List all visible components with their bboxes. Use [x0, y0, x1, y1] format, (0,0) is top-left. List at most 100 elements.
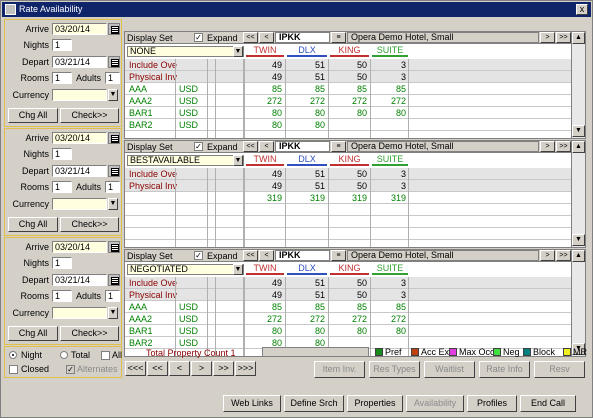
- action-button[interactable]: Rate Info: [479, 361, 530, 378]
- rate-value[interactable]: [244, 228, 284, 240]
- night-radio[interactable]: [9, 351, 17, 359]
- last-hotel-button[interactable]: >>: [556, 250, 571, 261]
- rate-value[interactable]: 49: [244, 180, 284, 192]
- depart-field[interactable]: 03/21/14: [52, 165, 107, 177]
- nights-field[interactable]: 1: [52, 257, 72, 269]
- page-nav-button[interactable]: >>>: [235, 361, 256, 376]
- room-type-header[interactable]: KING: [330, 154, 369, 166]
- room-type-header[interactable]: DLX: [287, 45, 327, 57]
- rate-value[interactable]: [328, 228, 369, 240]
- footer-button[interactable]: Availability: [406, 395, 464, 412]
- scroll-up-icon[interactable]: ▲: [572, 32, 585, 44]
- room-type-header[interactable]: DLX: [287, 154, 327, 166]
- rate-value[interactable]: 80: [244, 107, 284, 119]
- rate-value[interactable]: [285, 228, 327, 240]
- rate-value[interactable]: 80: [370, 107, 408, 119]
- footer-button[interactable]: End Call: [520, 395, 576, 412]
- rate-value[interactable]: 80: [285, 107, 327, 119]
- rate-value[interactable]: 50: [328, 180, 369, 192]
- hotel-code[interactable]: IPKK: [275, 32, 330, 43]
- rate-value[interactable]: 51: [285, 277, 327, 289]
- rate-value[interactable]: 80: [328, 325, 369, 337]
- expand-checkbox[interactable]: ✓: [194, 33, 203, 42]
- rate-value[interactable]: 80: [285, 119, 327, 131]
- rate-value[interactable]: 3: [370, 59, 408, 71]
- prev-hotel-button[interactable]: <: [259, 141, 274, 152]
- vertical-scrollbar[interactable]: ▲ ▼: [571, 250, 585, 356]
- rate-value[interactable]: 49: [244, 289, 284, 301]
- rate-value[interactable]: 80: [285, 325, 327, 337]
- rate-value[interactable]: 3: [370, 277, 408, 289]
- check-button[interactable]: Check>>: [60, 108, 119, 123]
- hotel-lov-button[interactable]: ≡: [331, 32, 346, 43]
- rate-row[interactable]: BAR2 USD 80 80: [125, 119, 571, 131]
- expand-checkbox[interactable]: ✓: [194, 142, 203, 151]
- rate-value[interactable]: 51: [285, 180, 327, 192]
- chevron-down-icon[interactable]: ▼: [108, 307, 118, 319]
- rate-value[interactable]: 272: [285, 313, 327, 325]
- rate-value[interactable]: 51: [285, 71, 327, 83]
- next-hotel-button[interactable]: >: [540, 32, 555, 43]
- footer-button[interactable]: Web Links: [223, 395, 281, 412]
- check-button[interactable]: Check>>: [60, 217, 119, 232]
- rate-row[interactable]: BAR1 USD 80 80 80 80: [125, 325, 571, 337]
- footer-button[interactable]: Define Srch: [284, 395, 344, 412]
- rate-value[interactable]: 85: [370, 301, 408, 313]
- rate-value[interactable]: 85: [244, 301, 284, 313]
- rate-row[interactable]: AAA USD 85 85 85 85: [125, 301, 571, 313]
- rate-row[interactable]: BAR1 USD 80 80 80 80: [125, 107, 571, 119]
- vertical-scrollbar[interactable]: ▲ ▼: [571, 32, 585, 138]
- rate-value[interactable]: 272: [370, 95, 408, 107]
- rate-value[interactable]: 51: [285, 289, 327, 301]
- rate-value[interactable]: 49: [244, 59, 284, 71]
- nights-field[interactable]: 1: [52, 148, 72, 160]
- chevron-down-icon[interactable]: ▼: [233, 155, 243, 166]
- action-button[interactable]: Waitlist: [424, 361, 475, 378]
- last-hotel-button[interactable]: >>: [556, 141, 571, 152]
- close-button[interactable]: x: [576, 4, 588, 15]
- first-hotel-button[interactable]: <<: [243, 141, 258, 152]
- chg-all-button[interactable]: Chg All: [8, 217, 58, 232]
- room-type-header[interactable]: KING: [330, 263, 369, 275]
- rate-value[interactable]: 50: [328, 71, 369, 83]
- currency-field[interactable]: [52, 198, 107, 210]
- rate-value[interactable]: 272: [285, 95, 327, 107]
- rate-value[interactable]: [328, 119, 369, 131]
- prev-hotel-button[interactable]: <: [259, 250, 274, 261]
- rate-value[interactable]: [328, 216, 369, 228]
- scroll-down-icon[interactable]: ▼: [572, 234, 585, 246]
- rate-value[interactable]: 3: [370, 71, 408, 83]
- page-nav-button[interactable]: >: [191, 361, 212, 376]
- rate-set-select[interactable]: BESTAVAILABLE: [127, 155, 244, 166]
- rate-value[interactable]: 80: [244, 119, 284, 131]
- rate-value[interactable]: 272: [244, 313, 284, 325]
- rooms-field[interactable]: 1: [52, 290, 72, 302]
- calendar-icon[interactable]: [108, 165, 120, 177]
- rate-row[interactable]: [125, 228, 571, 240]
- rate-value[interactable]: 85: [285, 83, 327, 95]
- closed-checkbox[interactable]: [9, 365, 18, 374]
- footer-button[interactable]: Properties: [347, 395, 403, 412]
- scroll-up-icon[interactable]: ▲: [572, 250, 585, 262]
- rate-value[interactable]: 3: [370, 180, 408, 192]
- rate-value[interactable]: 49: [244, 277, 284, 289]
- rate-value[interactable]: 85: [328, 83, 369, 95]
- chevron-down-icon[interactable]: ▼: [233, 46, 243, 57]
- calendar-icon[interactable]: [108, 56, 120, 68]
- rate-value[interactable]: 51: [285, 59, 327, 71]
- rate-row[interactable]: 319 319 319 319: [125, 192, 571, 204]
- first-hotel-button[interactable]: <<: [243, 32, 258, 43]
- last-hotel-button[interactable]: >>: [556, 32, 571, 43]
- rooms-field[interactable]: 1: [52, 72, 72, 84]
- rooms-field[interactable]: 1: [52, 181, 72, 193]
- expand-checkbox[interactable]: ✓: [194, 251, 203, 260]
- rate-value[interactable]: 50: [328, 277, 369, 289]
- room-type-header[interactable]: SUITE: [372, 154, 408, 166]
- chg-all-button[interactable]: Chg All: [8, 108, 58, 123]
- total-radio[interactable]: [60, 351, 68, 359]
- rate-value[interactable]: 272: [328, 313, 369, 325]
- currency-field[interactable]: [52, 89, 107, 101]
- room-type-header[interactable]: TWIN: [246, 154, 284, 166]
- rate-value[interactable]: [244, 216, 284, 228]
- rate-row[interactable]: AAA USD 85 85 85 85: [125, 83, 571, 95]
